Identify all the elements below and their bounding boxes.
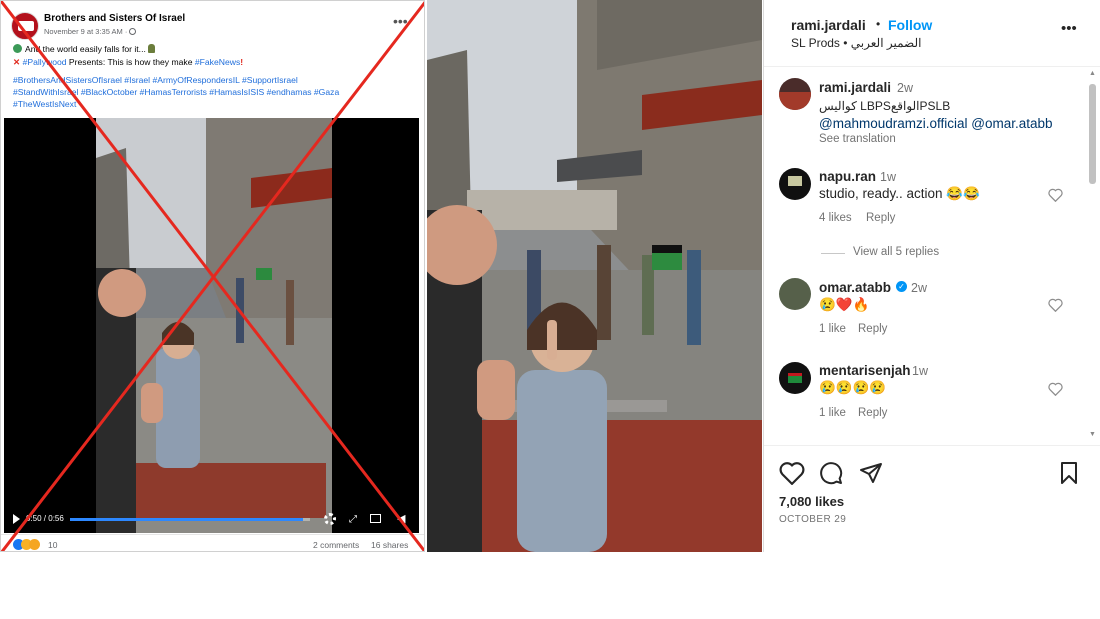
post-date[interactable]: OCTOBER 29: [779, 514, 846, 525]
play-icon[interactable]: [13, 514, 20, 524]
location-line[interactable]: SL Prods • الضمير العربي: [791, 36, 921, 50]
video-progress-track[interactable]: [70, 518, 310, 521]
facebook-post-screenshot: Brothers and Sisters Of Israel November …: [0, 0, 425, 552]
hashtags-line-2[interactable]: #StandWithIsrael #BlackOctober #HamasTer…: [13, 87, 339, 97]
save-bookmark-icon[interactable]: [1058, 461, 1080, 485]
caption-text-2: Presents: This is how they make: [66, 57, 195, 67]
caption-time[interactable]: 2w: [897, 81, 913, 95]
comment-text: 😢❤️🔥: [819, 297, 870, 312]
video-frame-image: [96, 118, 332, 533]
action-bar: 7,080 likes OCTOBER 29: [764, 445, 1100, 553]
comment-likes[interactable]: 1 like: [819, 407, 846, 419]
comments-scrollbar[interactable]: ▲ ▼: [1086, 70, 1098, 444]
author-avatar[interactable]: [779, 78, 811, 110]
caption-line-2: ✕ #Pallywood Presents: This is how they …: [13, 57, 243, 68]
reply-button[interactable]: Reply: [866, 212, 895, 224]
page-avatar[interactable]: [11, 12, 39, 40]
verified-badge-icon: ✓: [896, 281, 907, 292]
comments-count[interactable]: 2 comments: [313, 540, 359, 550]
caption-line-1: And the world easily falls for it...: [13, 44, 156, 54]
scrollbar-thumb[interactable]: [1089, 84, 1096, 184]
person-emoji-icon: [148, 44, 156, 53]
comment-username[interactable]: omar.atabb: [819, 280, 891, 295]
shares-count[interactable]: 16 shares: [371, 540, 408, 550]
instagram-post-panel: rami.jardali • Follow SL Prods • الضمير …: [763, 0, 1100, 552]
video-player[interactable]: 0:50 / 0:56 ⤢ ◀: [4, 118, 419, 533]
more-options-icon[interactable]: •••: [393, 13, 408, 29]
replies-divider: [821, 253, 845, 254]
comment-username[interactable]: napu.ran: [819, 169, 876, 184]
settings-gear-icon[interactable]: [324, 513, 336, 525]
follow-button[interactable]: Follow: [888, 17, 932, 33]
likes-count[interactable]: 7,080 likes: [779, 494, 844, 509]
scroll-up-arrow-icon[interactable]: ▲: [1089, 70, 1096, 77]
post-header: rami.jardali • Follow SL Prods • الضمير …: [764, 0, 1100, 67]
author-username[interactable]: rami.jardali: [791, 17, 866, 33]
like-heart-icon[interactable]: [1048, 188, 1063, 202]
post-footer: 10 2 comments 16 shares: [1, 534, 424, 551]
commenter-avatar[interactable]: [779, 362, 811, 394]
caption-text: كواليس LBPSالواقعPSLB: [819, 99, 951, 113]
volume-muted-icon[interactable]: ◀: [397, 512, 405, 525]
page-name-link[interactable]: Brothers and Sisters Of Israel: [44, 13, 185, 24]
video-progress-fill: [70, 518, 303, 521]
street-photo: [427, 0, 762, 552]
hashtags-line-1[interactable]: #BrothersAndSistersOfIsrael #Israel #Arm…: [13, 75, 298, 85]
fullscreen-icon[interactable]: ⤢: [349, 514, 357, 525]
comment-time[interactable]: 2w: [911, 281, 927, 295]
photo-illustration: [427, 0, 762, 552]
comment-text: studio, ready.. action 😂😂: [819, 186, 980, 201]
caption-mentions[interactable]: @mahmoudramzi.official @omar.atabb: [819, 116, 1053, 131]
comment-username[interactable]: mentarisenjah: [819, 363, 911, 378]
video-time: 0:50 / 0:56: [26, 514, 64, 523]
hashtags-line-3[interactable]: #TheWestIsNext: [13, 99, 76, 109]
comment-bubble-icon[interactable]: [819, 461, 843, 485]
see-translation-link[interactable]: See translation: [819, 133, 896, 145]
commenter-avatar[interactable]: [779, 168, 811, 200]
cross-mark-icon: ✕: [13, 57, 23, 67]
comment-time[interactable]: 1w: [880, 170, 896, 184]
reply-button[interactable]: Reply: [858, 323, 887, 335]
view-replies-button[interactable]: View all 5 replies: [853, 246, 939, 258]
haha-reaction-icon: [29, 539, 40, 550]
share-send-icon[interactable]: [859, 461, 883, 485]
avatar-logo-mark: [18, 21, 34, 31]
picture-in-picture-icon[interactable]: [370, 514, 381, 523]
like-heart-icon[interactable]: [1048, 298, 1063, 312]
caption-text: And the world easily falls for it...: [25, 44, 149, 54]
comment-time[interactable]: 1w: [912, 364, 928, 378]
comment-text: 😢😢😢😢: [819, 380, 887, 395]
globe-privacy-icon: [129, 28, 137, 35]
like-heart-icon[interactable]: [1048, 382, 1063, 396]
caption-username[interactable]: rami.jardali: [819, 80, 891, 95]
globe-emoji-icon: [13, 44, 22, 53]
scroll-down-arrow-icon[interactable]: ▼: [1089, 431, 1096, 438]
hashtag-fakenews[interactable]: #FakeNews: [195, 57, 240, 67]
timestamp-text: November 9 at 3:35 AM ·: [44, 27, 130, 36]
reaction-count[interactable]: 10: [48, 540, 57, 550]
video-controls-bar: 0:50 / 0:56 ⤢ ◀: [4, 506, 419, 533]
hashtag-pallywood[interactable]: #Pallywood: [23, 57, 67, 67]
comment-likes[interactable]: 1 like: [819, 323, 846, 335]
comment-likes[interactable]: 4 likes: [819, 212, 852, 224]
separator-dot: •: [876, 17, 881, 31]
exclamation-icon: !: [240, 57, 244, 67]
post-timestamp[interactable]: November 9 at 3:35 AM ·: [44, 27, 137, 36]
reply-button[interactable]: Reply: [858, 407, 887, 419]
commenter-avatar[interactable]: [779, 278, 811, 310]
more-options-icon[interactable]: •••: [1061, 20, 1077, 37]
like-heart-icon[interactable]: [779, 461, 805, 485]
